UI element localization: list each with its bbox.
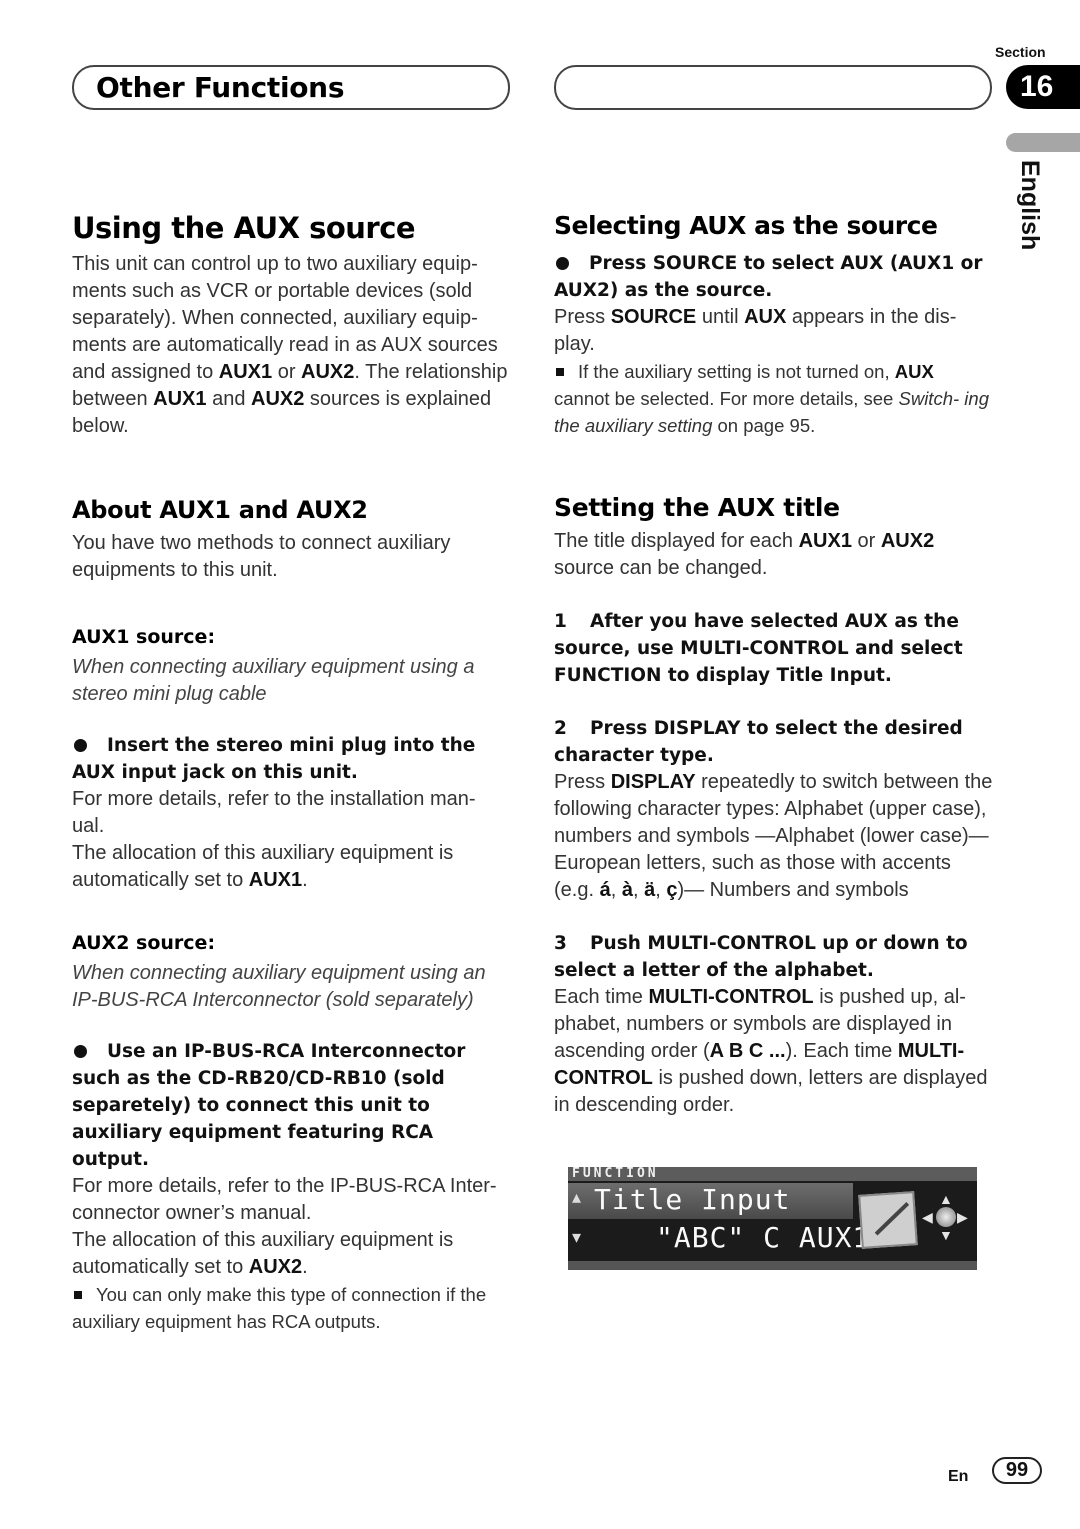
step-detail: Each time MULTI-CONTROL is pushed up, al… [554, 986, 988, 1116]
step-heading: 2 Press DISPLAY to select the desired cha… [554, 715, 994, 769]
lcd-bottom-bar [568, 1261, 977, 1270]
heading-selecting-aux: Selecting AUX as the source [554, 211, 938, 240]
bullet-icon [74, 738, 87, 752]
aux2-detail: For more details, refer to the IP-BUS-RC… [72, 1175, 497, 1224]
section-number-badge: 16 [1006, 65, 1080, 109]
aux2-note: You can only make this type of connectio… [72, 1284, 487, 1332]
lcd-function-label: FUNCTION [572, 1167, 659, 1181]
bullet-icon [74, 1044, 87, 1058]
note-square-icon [74, 1290, 82, 1299]
empty-header-pill [554, 65, 992, 110]
aux2-step: Use an IP-BUS-RCA Interconnector such as… [72, 1038, 512, 1173]
heading-using-aux: Using the AUX source [72, 211, 416, 245]
heading-about-aux: About AUX1 and AUX2 [72, 496, 368, 524]
left-column: Using the AUX source This unit can contr… [72, 205, 512, 1335]
page-number: 99 [992, 1457, 1042, 1484]
chapter-title: Other Functions [96, 71, 345, 104]
aux1-detail: For more details, refer to the installat… [72, 788, 476, 837]
aux1-heading: AUX1 source: [72, 626, 216, 648]
multi-control-joystick-icon: ▲ ▼ ◀ ▶ [922, 1191, 968, 1243]
step-text: Push MULTI-CONTROL up or down to select … [554, 933, 968, 981]
aux2-allocation: The allocation of this auxiliary equipme… [72, 1229, 454, 1278]
heading-setting-title: Setting the AUX title [554, 493, 840, 522]
aux2-heading: AUX2 source: [72, 932, 216, 954]
chapter-title-pill: Other Functions [72, 65, 510, 110]
aux2-condition: When connecting auxiliary equipment usin… [72, 962, 486, 1011]
note-square-icon [556, 367, 564, 376]
arrow-up-icon: ▴ [572, 1187, 582, 1207]
footer-language-code: En [948, 1468, 969, 1485]
step-heading: 1 After you have selected AUX as the sour… [554, 608, 994, 689]
aux2-allocation-value: AUX2 [248, 1256, 303, 1278]
right-column: Selecting AUX as the source Press SOURCE… [554, 205, 994, 1119]
step-text: After you have selected AUX as the sourc… [554, 611, 963, 686]
step-number: 2 [554, 718, 567, 739]
aux2-step-text: Use an IP-BUS-RCA Interconnector such as… [72, 1041, 466, 1170]
arrow-down-icon: ▾ [572, 1227, 582, 1247]
title-intro: The title displayed for each AUX1 or AUX… [554, 530, 935, 579]
select-step: Press SOURCE to select AUX (AUX1 or AUX2… [554, 250, 994, 304]
notepad-pencil-icon [858, 1191, 918, 1249]
aux1-step: Insert the stereo mini plug into the AUX… [72, 732, 512, 786]
display-screenshot: FUNCTION ▴ ▾ Title Input "ABC" C AUX1 ▲ … [568, 1167, 977, 1270]
select-note: If the auxiliary setting is not turned o… [554, 361, 989, 436]
step-number: 3 [554, 933, 567, 954]
aux1-allocation-value: AUX1 [248, 869, 303, 891]
aux1-allocation: The allocation of this auxiliary equipme… [72, 842, 454, 891]
lcd-item-label: Title Input [594, 1183, 791, 1216]
aux1-condition: When connecting auxiliary equipment usin… [72, 656, 475, 705]
select-detail: Press SOURCE until AUX appears in the di… [554, 306, 957, 355]
lcd-title-value: "ABC" C AUX1 [656, 1221, 871, 1254]
select-step-text: Press SOURCE to select AUX (AUX1 or AUX2… [554, 253, 983, 301]
step-text: Press DISPLAY to select the desired char… [554, 718, 963, 766]
language-label: English [1016, 160, 1044, 251]
step-number: 1 [554, 611, 567, 632]
bullet-icon [556, 256, 569, 270]
section-label: Section [995, 44, 1046, 60]
about-paragraph: You have two methods to connect auxiliar… [72, 532, 451, 581]
step-detail: Press DISPLAY repeatedly to switch betwe… [554, 771, 993, 901]
aux1-step-text: Insert the stereo mini plug into the AUX… [72, 735, 476, 783]
steps-list: 1 After you have selected AUX as the sour… [554, 582, 994, 1119]
step-heading: 3 Push MULTI-CONTROL up or down to select… [554, 930, 994, 984]
intro-paragraph: This unit can control up to two auxiliar… [72, 253, 508, 437]
language-tab [1006, 133, 1080, 152]
